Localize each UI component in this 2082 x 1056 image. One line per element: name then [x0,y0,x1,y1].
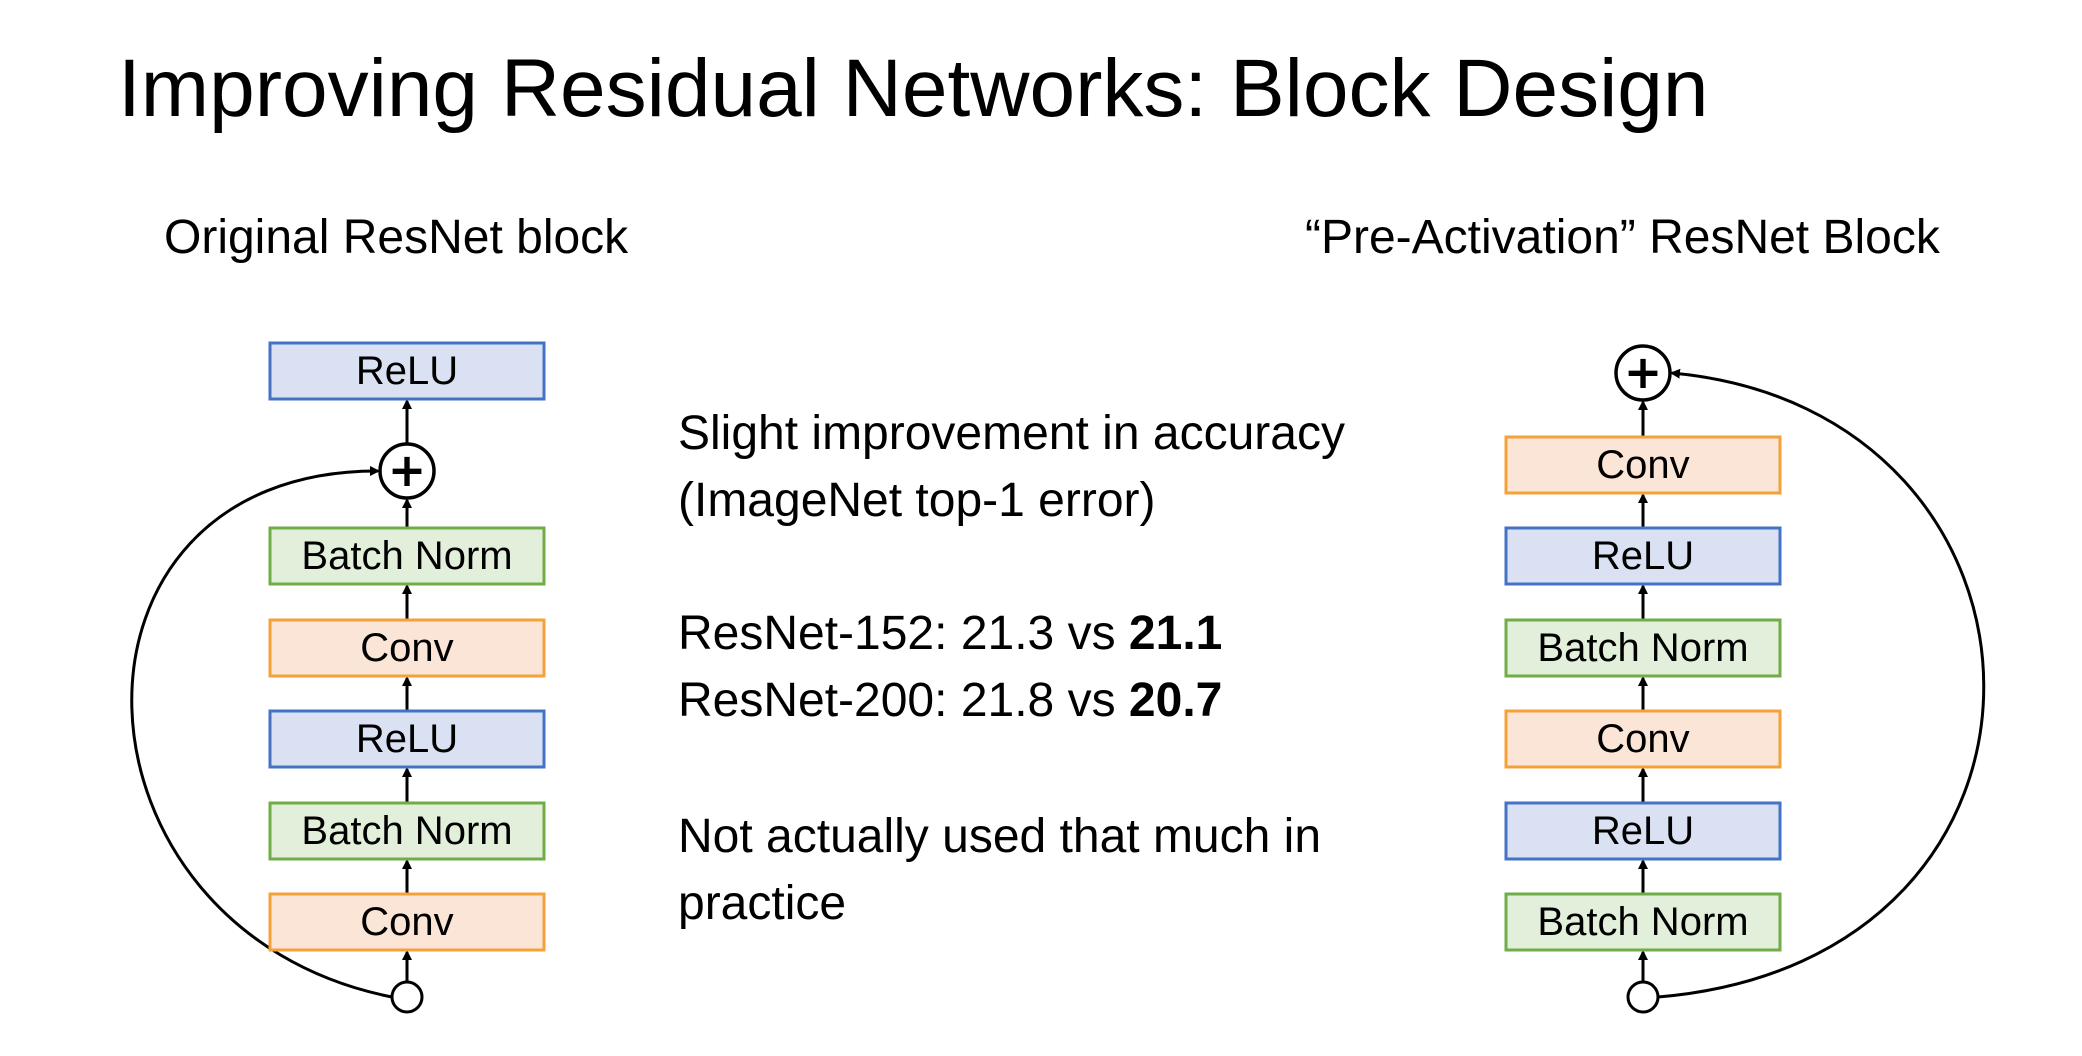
block-label: ReLU [356,717,458,761]
right-block-relu: ReLU [1504,526,1782,586]
result-row: ResNet-200: 21.8 vs 20.7 [678,667,1222,734]
preact-error: 20.7 [1128,674,1223,727]
vs-word: vs [1067,607,1116,660]
right-block-relu: ReLU [1504,801,1782,861]
input-node [1626,980,1660,1014]
right-block-conv: Conv [1504,435,1782,495]
usage-line-1: Not actually used that much in [678,810,1322,863]
preact-error: 21.1 [1128,607,1223,660]
accuracy-line-2: (ImageNet top-1 error) [678,474,1156,527]
usage-note: Not actually used that much in practice [678,803,1321,937]
block-label: Batch Norm [301,534,512,578]
block-label: Conv [360,626,453,670]
left-block-relu: ReLU [268,709,546,769]
add-node: + [1614,344,1672,402]
left-block-conv: Conv [268,618,546,678]
original-error: 21.8 [960,674,1055,727]
result-row: ResNet-152: 21.3 vs 21.1 [678,600,1222,667]
right-block-conv: Conv [1504,709,1782,769]
block-label: Batch Norm [1537,626,1748,670]
block-label: ReLU [1592,534,1694,578]
right-block-bn: Batch Norm [1504,618,1782,678]
left-block-bn: Batch Norm [268,801,546,861]
vs-word: vs [1067,674,1116,727]
input-node [390,980,424,1014]
block-label: ReLU [356,349,458,393]
model-name: ResNet-152: [678,607,948,660]
error-results: ResNet-152: 21.3 vs 21.1 ResNet-200: 21.… [678,600,1222,734]
accuracy-line-1: Slight improvement in accuracy [678,407,1345,460]
add-node: + [378,442,436,500]
right-block-bn: Batch Norm [1504,892,1782,952]
block-label: Conv [1596,717,1689,761]
preactivation-block-diagram: Conv ReLU Batch Norm Conv ReLU Batch Norm + [1504,344,1986,1014]
original-error: 21.3 [960,607,1055,660]
left-block-conv: Conv [268,892,546,952]
block-label: Conv [1596,443,1689,487]
accuracy-note: Slight improvement in accuracy (ImageNet… [678,400,1345,534]
block-label: Batch Norm [1537,900,1748,944]
block-label: ReLU [1592,809,1694,853]
original-block-diagram: ReLU Batch Norm Conv ReLU Batch Norm Conv + [130,341,546,1014]
block-label: Batch Norm [301,809,512,853]
plus-sign: + [1624,345,1663,399]
plus-sign: + [388,443,427,497]
usage-line-2: practice [678,877,847,930]
left-block-bn: Batch Norm [268,526,546,586]
model-name: ResNet-200: [678,674,948,727]
block-label: Conv [360,900,453,944]
left-block-relu: ReLU [268,341,546,401]
